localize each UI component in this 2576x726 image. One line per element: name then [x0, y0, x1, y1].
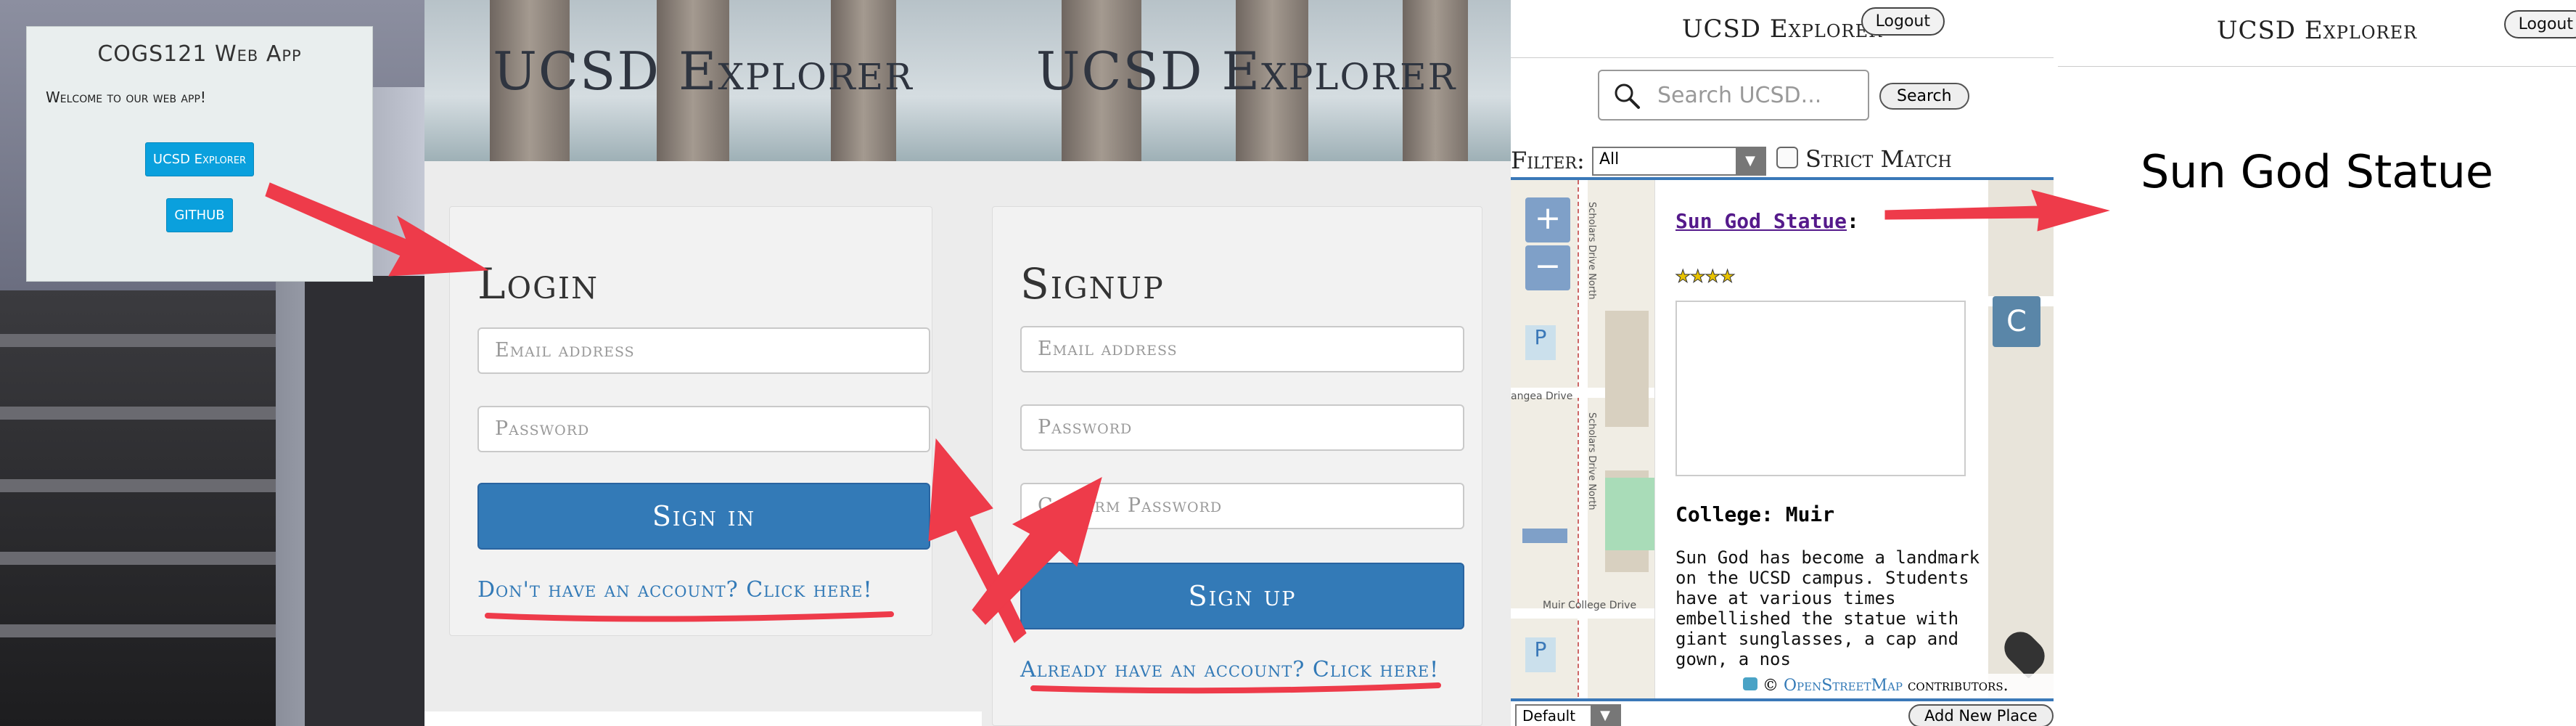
home-card: COGS121 Web App Welcome to our web app! …	[26, 26, 373, 282]
app-title: UCSD Explorer	[2216, 16, 2418, 45]
map-right-strip	[1988, 180, 2054, 698]
filter-value: All	[1599, 150, 1620, 168]
home-panel: COGS121 Web App Welcome to our web app! …	[0, 0, 424, 726]
hero-banner: UCSD Explorer	[424, 0, 982, 161]
sort-select[interactable]: Default ▼	[1515, 704, 1621, 726]
leaflet-icon	[1743, 677, 1757, 690]
search-button[interactable]: Search	[1879, 83, 1969, 110]
map-street-label: Scholars Drive North	[1586, 202, 1597, 300]
map-marker-bar	[1522, 529, 1567, 543]
place-name-link[interactable]: Sun God Statue	[1675, 209, 1847, 233]
attribution-suffix: contributors.	[1907, 677, 2009, 695]
sign-in-button[interactable]: Sign in	[477, 483, 930, 550]
login-panel: UCSD Explorer Login Email address Passwo…	[424, 0, 982, 726]
page-bottom	[424, 711, 982, 726]
app-title: COGS121 Web App	[97, 41, 302, 67]
openstreetmap-link[interactable]: OpenStreetMap	[1784, 677, 1903, 695]
place-name-colon: :	[1847, 209, 1859, 233]
star-rating: ★★★★	[1675, 260, 1736, 290]
filter-label: Filter:	[1511, 147, 1585, 174]
map-view[interactable]: P P Scholars Drive North Scholars Drive …	[1511, 177, 2054, 701]
sort-value: Default	[1522, 707, 1576, 725]
building-column	[305, 276, 424, 726]
login-heading: Login	[477, 259, 599, 309]
add-new-place-button[interactable]: Add New Place	[1908, 704, 2054, 726]
filter-select[interactable]: All ▼	[1592, 147, 1766, 176]
hero-title: UCSD Explorer	[493, 41, 914, 102]
strict-match-label: Strict Match	[1805, 145, 1952, 173]
map-street-label: Muir College Drive	[1543, 600, 1637, 611]
sign-up-button[interactable]: Sign up	[1020, 563, 1464, 629]
login-card: Login Email address Password Sign in Don…	[449, 206, 932, 636]
chevron-down-icon: ▼	[1591, 706, 1620, 726]
parking-icon: P	[1525, 637, 1556, 672]
password-field[interactable]: Password	[477, 406, 930, 452]
zoom-in-button[interactable]: +	[1525, 197, 1570, 242]
ucsd-explorer-button[interactable]: UCSD Explorer	[144, 142, 255, 176]
attribution-prefix: ©	[1763, 677, 1779, 695]
chevron-down-icon: ▼	[1736, 148, 1765, 174]
top-bar: UCSD Explorer Logout	[2058, 0, 2576, 67]
zoom-out-button[interactable]: −	[1525, 245, 1570, 290]
github-button[interactable]: GITHUB	[166, 198, 233, 232]
search-placeholder: Search UCSD...	[1657, 83, 1822, 108]
strict-match-checkbox[interactable]	[1776, 147, 1798, 168]
place-description: Sun God has become a landmark on the UCS…	[1675, 547, 1980, 669]
confirm-password-field[interactable]: Confirm Password	[1020, 483, 1464, 529]
college-label: College: Muir	[1675, 502, 1835, 526]
parking-icon: P	[1525, 325, 1556, 360]
hero-banner: UCSD Explorer	[982, 0, 1511, 161]
map-park	[1605, 478, 1654, 550]
place-title: Sun God Statue	[2140, 145, 2494, 198]
signup-card: Signup Email address Password Confirm Pa…	[992, 206, 1482, 726]
welcome-text: Welcome to our web app!	[46, 89, 206, 106]
logout-button[interactable]: Logout	[1861, 7, 1945, 36]
signup-heading: Signup	[1020, 259, 1165, 309]
detail-panel: UCSD Explorer Logout Sun God Statue	[2058, 0, 2576, 726]
map-attribution: © OpenStreetMap contributors.	[1743, 674, 2054, 698]
logout-button[interactable]: Logout	[2503, 10, 2576, 38]
map-tile-label: C	[1993, 296, 2040, 347]
email-field[interactable]: Email address	[477, 327, 930, 374]
app-title: UCSD Explorer	[1681, 15, 1883, 44]
password-field[interactable]: Password	[1020, 404, 1464, 451]
place-popup: Sun God Statue: ★★★★ College: Muir Sun G…	[1654, 180, 1988, 698]
explorer-panel: UCSD Explorer Logout Search UCSD... Sear…	[1511, 0, 2054, 726]
search-input[interactable]: Search UCSD...	[1598, 70, 1869, 121]
search-icon	[1615, 83, 1640, 109]
map-building	[1605, 311, 1649, 427]
top-bar: UCSD Explorer Logout	[1511, 0, 2054, 58]
place-image	[1675, 301, 1966, 476]
map-street-label: Scholars Drive North	[1586, 412, 1597, 510]
map-street-label: angea Drive	[1511, 391, 1573, 402]
login-link[interactable]: Already have an account? Click here!	[1020, 657, 1439, 682]
hero-title: UCSD Explorer	[1035, 41, 1457, 102]
email-field[interactable]: Email address	[1020, 326, 1464, 372]
signup-link[interactable]: Don't have an account? Click here!	[477, 577, 873, 603]
signup-panel: UCSD Explorer Signup Email address Passw…	[982, 0, 1511, 726]
